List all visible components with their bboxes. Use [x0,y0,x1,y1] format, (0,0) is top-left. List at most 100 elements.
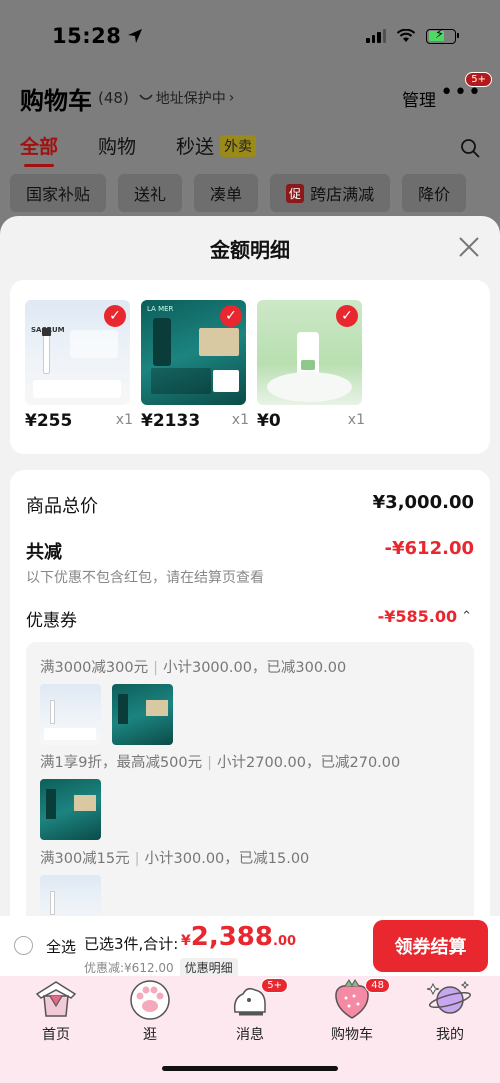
product-item[interactable]: SACRUM ✓ ¥255 x1 [25,300,133,431]
checkout-bar: 全选 已选3件,合计: ¥ 2,388 .00 优惠减:¥612.00 优惠明细… [0,916,500,977]
checkout-button[interactable]: 领券结算 [373,920,488,972]
search-icon[interactable] [460,138,480,158]
product-qty: x1 [231,412,249,428]
promo-badge: 促 [286,183,305,203]
cart-count: (48) [98,89,129,107]
page-title: 购物车 [20,86,92,115]
product-image: SACRUM ✓ [25,300,130,405]
home-icon [35,981,77,1017]
nav-cart[interactable]: 48 购物车 [312,976,392,1044]
coupon-breakdown: 满3000减300元 | 小计3000.00，已减300.00 满1享9折，最高减5… [26,642,474,916]
nav-label: 首页 [42,1027,70,1043]
tab-all[interactable]: 全部 [20,132,58,167]
total-integer: 2,388 [190,922,273,952]
product-price: ¥0 [257,411,281,431]
home-indicator [162,1066,338,1071]
chip-gift[interactable]: 送礼 [118,174,183,212]
tab-flash-label: 秒送 [176,136,215,158]
rule-detail: 小计3000.00，已减300.00 [162,660,347,676]
discount-text: 优惠减:¥612.00 [84,961,174,975]
chevron-right-icon: › [228,90,235,106]
reduced-value: -¥612.00 [384,538,474,559]
discount-line: 优惠减:¥612.00 优惠明细 [84,958,238,977]
manage-button[interactable]: 管理 [402,86,436,111]
paw-icon [130,980,170,1020]
chevron-up-icon: ⌃ [461,609,472,624]
more-badge: 5+ [465,72,492,87]
coupon-rule: 满300减15元 | 小计300.00，已减15.00 [40,851,310,867]
selected-products-card: SACRUM ✓ ¥255 x1 LA MER ✓ ¥2133 x1 [10,280,490,454]
product-price: ¥255 [25,411,73,431]
product-price: ¥2133 [141,411,201,431]
chip-label: 凑单 [210,185,243,204]
chip-cross-store[interactable]: 促 跨店满减 [270,174,391,212]
checked-icon: ✓ [336,305,358,327]
reduced-label: 共减 [26,542,62,563]
nav-profile[interactable]: 我的 [410,976,490,1044]
rule-detail: 小计2700.00，已减270.00 [217,755,401,771]
status-bar: 15:28 ⚡ [0,0,500,72]
profile-icon [426,980,472,1014]
status-time: 15:28 [52,24,122,48]
nav-badge: 48 [365,978,390,993]
product-image: ✓ [257,300,362,405]
coupon-label: 优惠券 [26,611,77,631]
takeout-badge: 外卖 [220,134,257,157]
rule-product-image [112,684,173,745]
nav-label: 消息 [236,1027,264,1043]
select-all-label[interactable]: 全选 [46,936,76,957]
rule-product-image [40,684,101,745]
nav-label: 我的 [436,1027,464,1043]
tab-shopping[interactable]: 购物 [98,132,136,159]
select-all-radio[interactable] [14,936,33,955]
wifi-icon [396,29,416,42]
chip-label: 跨店满减 [310,185,375,204]
nav-home[interactable]: 首页 [16,976,96,1044]
cart-header: 购物车 (48) 地址保护中 › 管理 ••• 5+ [0,72,500,120]
discount-detail-button[interactable]: 优惠明细 [179,958,238,977]
coupon-value: -¥585.00 [377,607,458,626]
chip-label: 降价 [418,185,451,204]
product-item[interactable]: LA MER ✓ ¥2133 x1 [141,300,249,431]
tab-flash-delivery[interactable]: 秒送 外卖 [176,132,257,159]
nav-label: 逛 [143,1027,157,1043]
filter-chips: 国家补贴 送礼 凑单 促 跨店满减 降价 [10,174,467,212]
coupon-rule: 满3000减300元 | 小计3000.00，已减300.00 [40,660,347,676]
rule-detail: 小计300.00，已减15.00 [144,851,310,867]
nav-messages[interactable]: 5+ 消息 [210,976,290,1044]
amount-detail-sheet: 金额明细 SACRUM ✓ ¥255 x1 LA MER [0,216,500,916]
battery-icon: ⚡ [426,27,459,44]
selected-summary: 已选3件,合计: [84,935,179,953]
chip-price-drop[interactable]: 降价 [402,174,467,212]
shield-icon [139,94,153,100]
nav-browse[interactable]: 逛 [110,976,190,1044]
address-protect-link[interactable]: 地址保护中 › [139,88,235,108]
product-total-value: ¥3,000.00 [372,492,474,513]
checked-icon: ✓ [104,305,126,327]
address-protect-label: 地址保护中 [155,91,226,107]
rule-condition: 满1享9折，最高减500元 [40,755,203,771]
product-brand: LA MER [147,305,174,313]
chip-bundle[interactable]: 凑单 [194,174,259,212]
product-image: LA MER ✓ [141,300,246,405]
sheet-title: 金额明细 [210,238,290,262]
coupon-toggle[interactable]: -¥585.00 ⌃ [378,607,472,626]
checked-icon: ✓ [220,305,242,327]
rule-condition: 满3000减300元 [40,660,149,676]
close-icon[interactable] [458,236,480,258]
total-currency: ¥ [181,933,191,949]
total-price: ¥ 2,388 .00 [181,922,296,952]
chip-national-subsidy[interactable]: 国家补贴 [10,174,107,212]
product-item[interactable]: ✓ ¥0 x1 [257,300,365,431]
product-qty: x1 [115,412,133,428]
amount-details-card: 商品总价 ¥3,000.00 共减 -¥612.00 以下优惠不包含红包，请在结… [10,470,490,916]
product-qty: x1 [347,412,365,428]
coupon-rule: 满1享9折，最高减500元 | 小计2700.00，已减270.00 [40,755,401,771]
nav-badge: 5+ [261,978,288,993]
chip-label: 送礼 [134,185,167,204]
rule-product-image [40,779,101,840]
rule-product-image [40,875,101,916]
cellular-signal-icon [366,29,386,43]
reduced-note: 以下优惠不包含红包，请在结算页查看 [26,570,264,586]
location-arrow-icon [128,29,143,43]
